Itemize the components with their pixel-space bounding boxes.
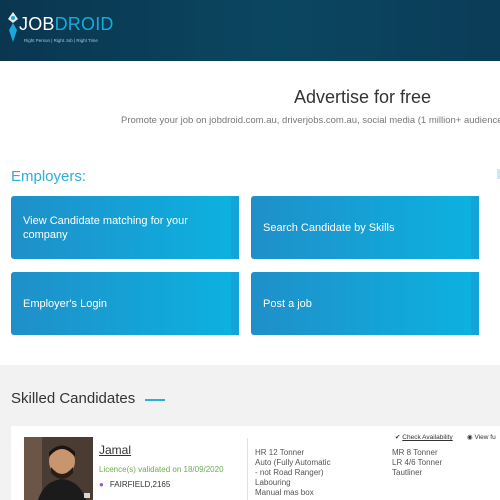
location-text: FAIRFIELD,2165 [109, 480, 171, 489]
skilled-candidates-section: Skilled Candidates Jamal Licence(s) vali… [0, 365, 500, 500]
tile-edge [231, 196, 239, 259]
tile-edge [471, 272, 479, 335]
employer-login-button[interactable]: Employer's Login [11, 272, 239, 335]
card-divider [247, 438, 248, 500]
view-candidate-matching-button[interactable]: View Candidate matching for your company [11, 196, 239, 259]
candidate-photo[interactable] [24, 437, 93, 500]
tile-label: Search Candidate by Skills [263, 221, 395, 234]
view-full-link[interactable]: ◉ View fu [467, 433, 496, 441]
check-circle-icon: ✔ [395, 434, 401, 441]
skilled-title: Skilled Candidates [11, 390, 136, 407]
check-availability-label: Check Availability [402, 434, 453, 441]
tile-label: Post a job [263, 297, 312, 310]
hero-title: Advertise for free [294, 87, 432, 107]
employers-section: Employers: View Candidate matching for y… [0, 145, 500, 365]
logo-droid: DROID [54, 14, 114, 34]
skill-item: Manual mas box [255, 488, 314, 497]
skill-item: HR 12 Tonner [255, 448, 305, 457]
site-header: JOBDROID Right Person | Right Job | Righ… [0, 0, 500, 61]
logo-text: JOBDROID [19, 14, 114, 35]
skill-item: Tautliner [392, 468, 423, 477]
skill-item: - not Road Ranger) [255, 468, 324, 477]
tile-edge [471, 196, 479, 259]
view-full-label: View fu [474, 434, 496, 441]
candidate-name-link[interactable]: Jamal [99, 443, 131, 457]
licence-validated: Licence(s) validated on 18/09/2020 [99, 465, 224, 474]
search-candidate-skills-button[interactable]: Search Candidate by Skills [251, 196, 479, 259]
advertise-hero: Advertise for free Promote your job on j… [0, 61, 500, 145]
post-job-button[interactable]: Post a job [251, 272, 479, 335]
check-availability-link[interactable]: ✔ Check Availability [395, 433, 453, 441]
tile-label: Employer's Login [23, 297, 108, 310]
logo-job: JOB [19, 14, 55, 34]
skill-item: Labouring [255, 478, 291, 487]
tile-edge [231, 272, 239, 335]
eye-icon: ◉ [467, 434, 473, 441]
title-underline [145, 399, 165, 401]
skill-item: MR 8 Tonner [392, 448, 438, 457]
tile-label: View Candidate matching for your company [23, 214, 188, 241]
skills-column-1: HR 12 Tonner Auto (Fully Automatic - not… [255, 448, 355, 498]
location-pin-icon: ● [99, 480, 104, 489]
candidate-card: Jamal Licence(s) validated on 18/09/2020… [11, 426, 500, 500]
skill-item: LR 4/6 Tonner [392, 458, 443, 467]
skill-item: Auto (Fully Automatic [255, 458, 331, 467]
candidate-location: ● FAIRFIELD,2165 [99, 480, 170, 489]
employers-title: Employers: [11, 168, 87, 185]
skills-column-2: MR 8 Tonner LR 4/6 Tonner Tautliner [392, 448, 492, 478]
logo-tagline: Right Person | Right Job | Right Time [24, 38, 98, 43]
hero-subtitle: Promote your job on jobdroid.com.au, dri… [121, 115, 500, 126]
site-logo[interactable]: JOBDROID Right Person | Right Job | Righ… [4, 8, 114, 52]
